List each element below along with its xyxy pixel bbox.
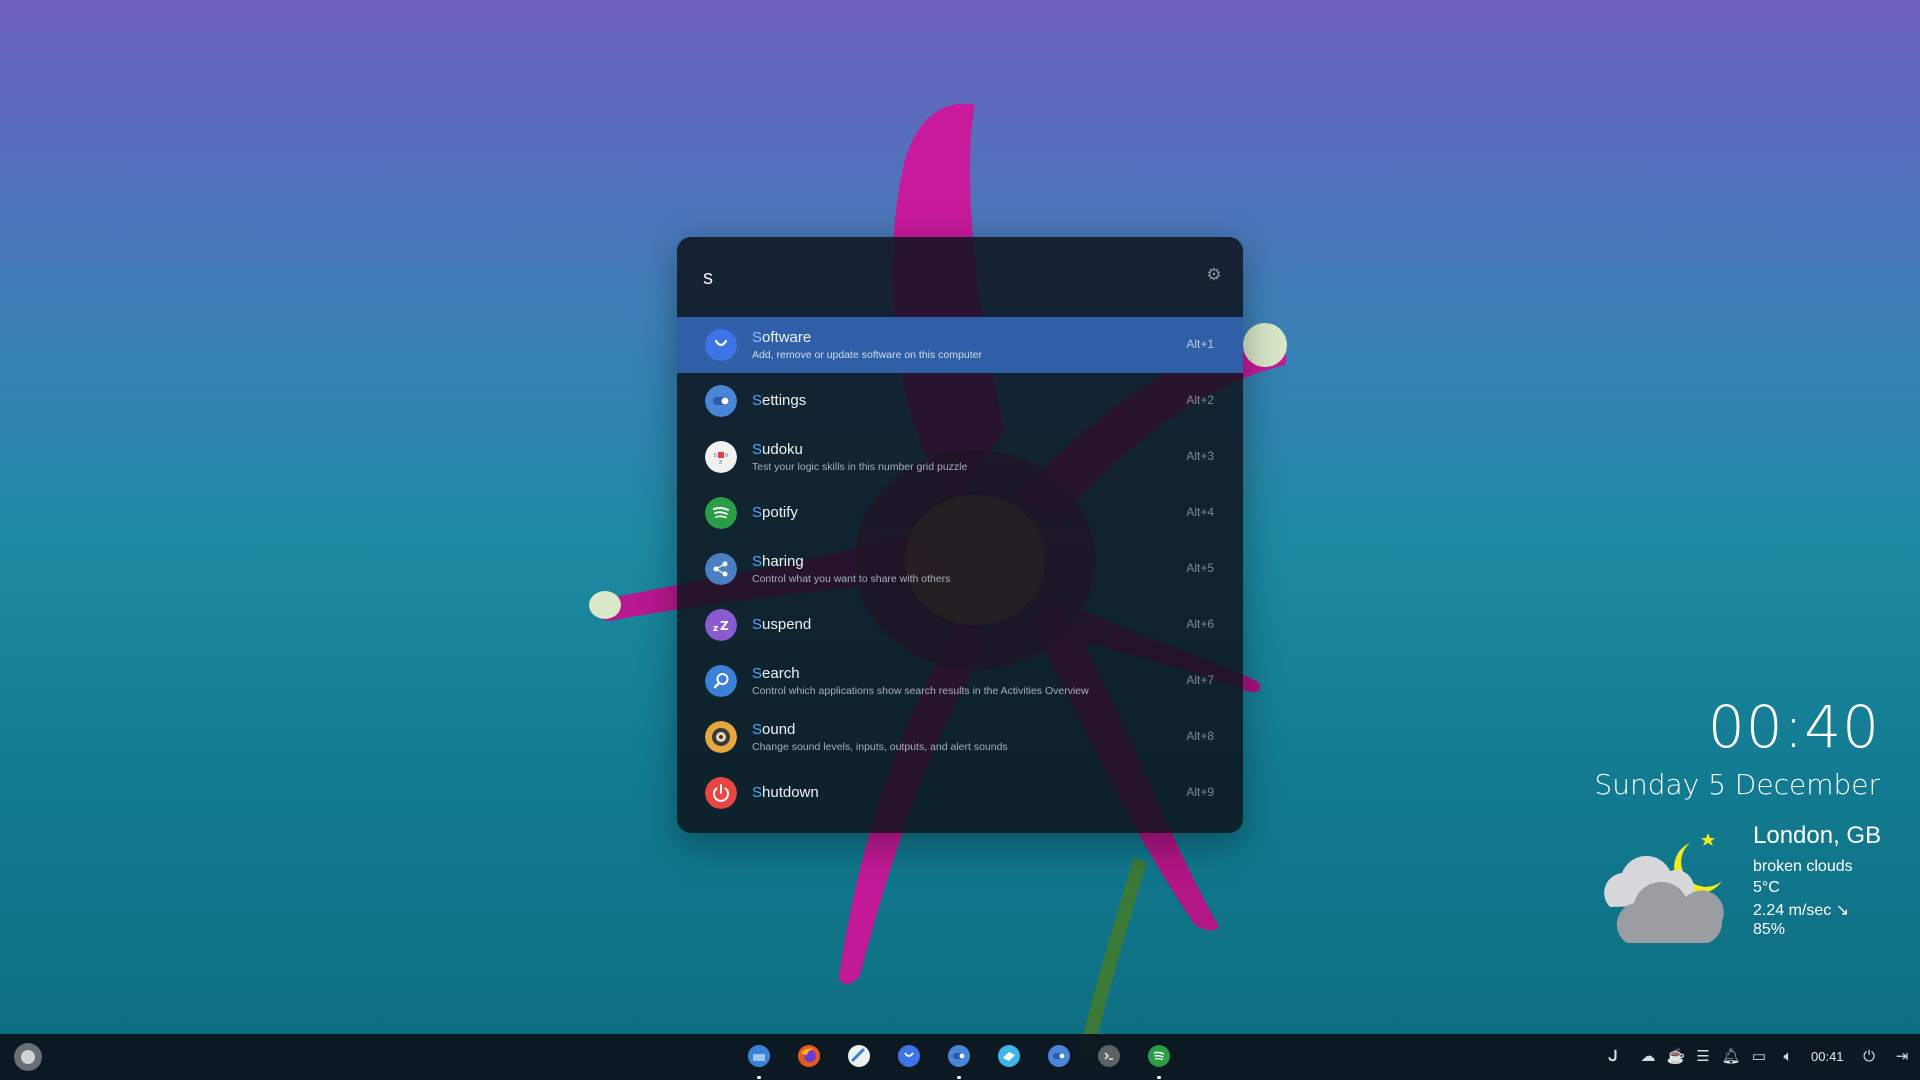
weather-condition: broken clouds <box>1753 858 1853 875</box>
shutdown-icon <box>705 777 737 809</box>
dock-running-indicator <box>1157 1076 1161 1079</box>
dock-settings-icon[interactable] <box>948 1045 970 1067</box>
tray-coffee-icon[interactable]: ☕ <box>1666 1047 1686 1067</box>
sudoku-icon: 5 93 <box>705 441 737 473</box>
launcher-search-input[interactable] <box>701 259 1175 297</box>
launcher-search-row: ⚙ <box>677 237 1243 317</box>
sharing-icon <box>705 553 737 585</box>
dock-firefox-icon[interactable] <box>798 1045 820 1067</box>
gear-icon[interactable]: ⚙ <box>1205 266 1223 284</box>
tray-logout-icon[interactable]: ⇥ <box>1892 1047 1912 1067</box>
result-shortcut: Alt+6 <box>1186 617 1214 631</box>
svg-text:Z: Z <box>720 619 729 633</box>
settings-toggle-icon <box>705 385 737 417</box>
result-title: Settings <box>752 392 807 409</box>
svg-text:z: z <box>713 624 718 634</box>
launcher-results: Software Add, remove or update software … <box>677 317 1243 821</box>
result-description: Test your logic skills in this number gr… <box>752 460 968 473</box>
result-title: Shutdown <box>752 784 819 801</box>
taskbar: ᒍ ☁ ☕ ☰ 🔔︎ ▭ 🔈︎ 00:41 ⏻ ⇥ <box>0 1034 1920 1080</box>
result-software[interactable]: Software Add, remove or update software … <box>677 317 1243 373</box>
spotify-icon <box>705 497 737 529</box>
result-title: Software <box>752 328 812 346</box>
dock-files-icon[interactable] <box>748 1045 770 1067</box>
result-title: Spotify <box>752 504 798 521</box>
result-description: Add, remove or update software on this c… <box>752 348 982 361</box>
result-spotify[interactable]: Spotify Alt+4 <box>677 485 1243 541</box>
dock-running-indicator <box>757 1076 761 1079</box>
dock-toggle-icon[interactable] <box>1048 1045 1070 1067</box>
result-title: Search <box>752 664 800 682</box>
desktop-clock-date: Sunday 5 December <box>1594 768 1880 801</box>
result-title: Suspend <box>752 616 812 633</box>
result-shortcut: Alt+9 <box>1186 785 1214 799</box>
svg-text:5: 5 <box>714 453 717 459</box>
tray-display-icon[interactable]: ▭ <box>1749 1047 1769 1067</box>
tray-cloud-icon[interactable]: ☁ <box>1638 1047 1658 1067</box>
result-sudoku[interactable]: 5 93 Sudoku Test your logic skills in thi… <box>677 429 1243 485</box>
result-shortcut: Alt+1 <box>1186 337 1214 351</box>
result-sharing[interactable]: Sharing Control what you want to share w… <box>677 541 1243 597</box>
dock-spotify-icon[interactable] <box>1148 1045 1170 1067</box>
search-icon <box>705 665 737 697</box>
result-description: Change sound levels, inputs, outputs, an… <box>752 740 1008 753</box>
result-shortcut: Alt+8 <box>1186 729 1214 743</box>
start-icon <box>21 1050 35 1064</box>
weather-humidity: 85% <box>1753 921 1786 938</box>
weather-wind: 2.24 m/sec ↘ <box>1753 902 1850 919</box>
software-bag-icon <box>705 329 737 361</box>
desktop-clock-time: 00:40 <box>1707 693 1880 761</box>
result-description: Control what you want to share with othe… <box>752 572 951 585</box>
tray-volume-icon[interactable]: 🔈︎ <box>1778 1047 1798 1067</box>
dock-terminal-icon[interactable] <box>1098 1045 1120 1067</box>
tray-clock[interactable]: 00:41 <box>1811 1049 1844 1064</box>
dock-disk-icon[interactable] <box>848 1045 870 1067</box>
suspend-icon: zZ <box>705 609 737 641</box>
dock-running-indicator <box>957 1076 961 1079</box>
result-shutdown[interactable]: Shutdown Alt+9 <box>677 765 1243 821</box>
weather-city: London, GB <box>1753 822 1882 849</box>
result-shortcut: Alt+7 <box>1186 673 1214 687</box>
tray-menu-icon[interactable]: ☰ <box>1693 1047 1713 1067</box>
tray-power-icon[interactable]: ⏻ <box>1859 1047 1879 1067</box>
result-shortcut: Alt+4 <box>1186 505 1214 519</box>
result-title: Sharing <box>752 552 804 570</box>
result-title: Sudoku <box>752 440 803 458</box>
app-launcher: ⚙ Software Add, remove or update softwar… <box>677 237 1243 833</box>
result-settings[interactable]: Settings Alt+2 <box>677 373 1243 429</box>
result-search[interactable]: Search Control which applications show s… <box>677 653 1243 709</box>
result-title: Sound <box>752 720 796 738</box>
svg-text:3: 3 <box>719 460 722 466</box>
result-sound[interactable]: Sound Change sound levels, inputs, outpu… <box>677 709 1243 765</box>
cloud-moon-icon <box>1604 833 1724 943</box>
sound-icon <box>705 721 737 753</box>
tray-app-icon[interactable]: ᒍ <box>1603 1047 1623 1067</box>
dock-software-icon[interactable] <box>898 1045 920 1067</box>
result-suspend[interactable]: zZ Suspend Alt+6 <box>677 597 1243 653</box>
dock-store-icon[interactable] <box>998 1045 1020 1067</box>
result-shortcut: Alt+3 <box>1186 449 1214 463</box>
result-shortcut: Alt+5 <box>1186 561 1214 575</box>
result-shortcut: Alt+2 <box>1186 393 1214 407</box>
weather-temperature: 5°C <box>1753 879 1780 896</box>
result-description: Control which applications show search r… <box>752 684 1089 697</box>
start-button[interactable] <box>14 1043 42 1071</box>
tray-bell-icon[interactable]: 🔔︎ <box>1721 1047 1741 1067</box>
svg-text:9: 9 <box>725 453 728 459</box>
